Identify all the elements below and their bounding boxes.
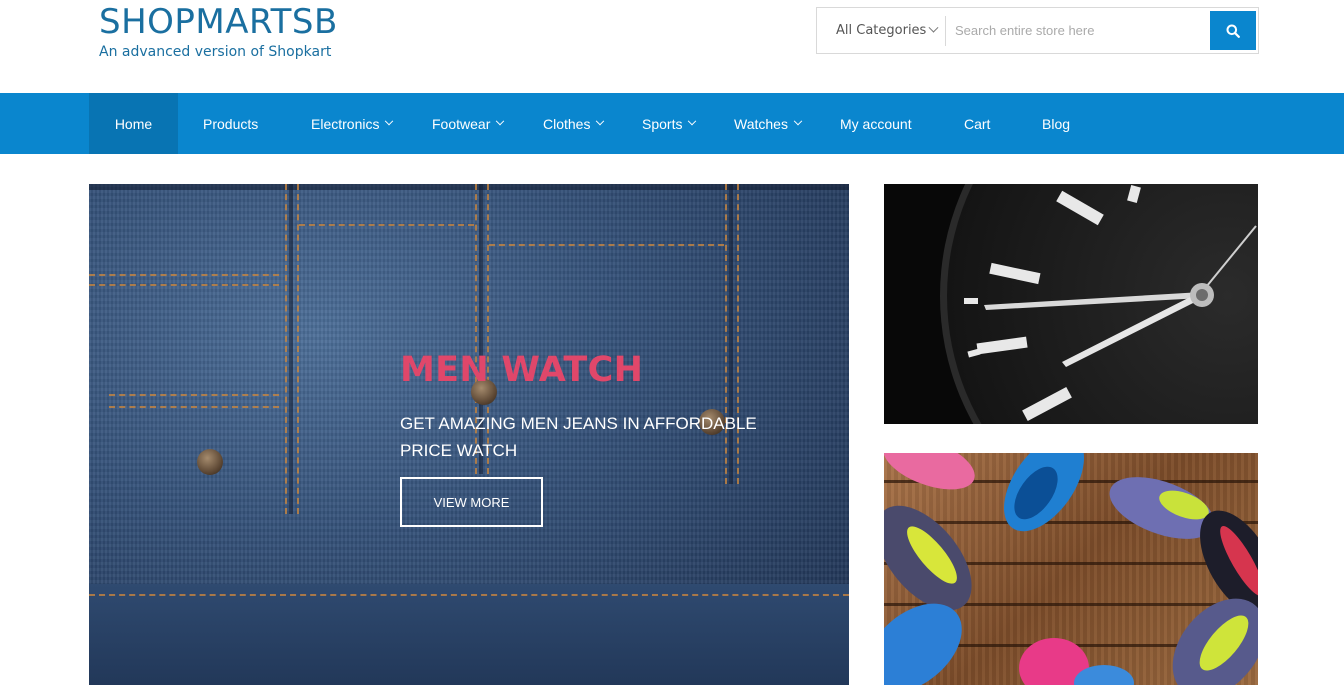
shoes-banner[interactable] <box>884 453 1258 685</box>
nav-item-label: Cart <box>964 115 991 132</box>
search-bar: All Categories <box>816 7 1259 54</box>
watch-image <box>884 184 1258 424</box>
category-select[interactable]: All Categories <box>817 8 946 53</box>
chevron-down-icon <box>385 116 394 125</box>
nav-item-cart[interactable]: Cart <box>964 93 990 154</box>
hero-title: MEN WATCH <box>400 350 644 390</box>
divider <box>945 16 946 46</box>
category-select-label: All Categories <box>836 23 927 38</box>
search-button[interactable] <box>1210 11 1256 50</box>
site-header: SHOPMARTSB An advanced version of Shopka… <box>0 0 1344 93</box>
nav-item-label: Sports <box>642 115 683 132</box>
search-input[interactable] <box>947 9 1209 52</box>
nav-item-blog[interactable]: Blog <box>1042 93 1070 154</box>
shoes-image <box>884 453 1258 685</box>
site-logo-title[interactable]: SHOPMARTSB <box>99 2 338 42</box>
nav-item-label: Clothes <box>543 115 591 132</box>
nav-item-clothes[interactable]: Clothes <box>543 93 605 154</box>
chevron-down-icon <box>496 116 505 125</box>
nav-item-label: My account <box>840 115 912 132</box>
nav-item-sports[interactable]: Sports <box>642 93 697 154</box>
nav-item-watches[interactable]: Watches <box>734 93 803 154</box>
nav-item-electronics[interactable]: Electronics <box>311 93 394 154</box>
view-more-button[interactable]: VIEW MORE <box>400 477 543 527</box>
nav-item-label: Blog <box>1042 115 1071 132</box>
nav-item-home[interactable]: Home <box>89 93 178 154</box>
site-tagline: An advanced version of Shopkart <box>99 44 332 60</box>
nav-item-label: Electronics <box>311 115 380 132</box>
chevron-down-icon <box>688 116 697 125</box>
nav-item-label: Watches <box>734 115 788 132</box>
nav-item-my-account[interactable]: My account <box>840 93 912 154</box>
chevron-down-icon <box>793 116 803 125</box>
nav-item-label: Home <box>114 115 153 132</box>
main-nav: Home Products Electronics Footwear Cloth… <box>0 93 1344 154</box>
hero-banner[interactable]: MEN WATCH GET AMAZING MEN JEANS IN AFFOR… <box>89 184 849 685</box>
nav-item-footwear[interactable]: Footwear <box>432 93 505 154</box>
search-icon <box>1226 24 1240 38</box>
chevron-down-icon <box>928 22 939 33</box>
nav-item-products[interactable]: Products <box>203 93 258 154</box>
nav-item-label: Products <box>203 115 259 132</box>
hero-subtitle: GET AMAZING MEN JEANS IN AFFORDABLE PRIC… <box>400 414 757 460</box>
nav-item-label: Footwear <box>432 115 491 132</box>
watch-banner[interactable] <box>884 184 1258 424</box>
chevron-down-icon <box>596 116 605 125</box>
